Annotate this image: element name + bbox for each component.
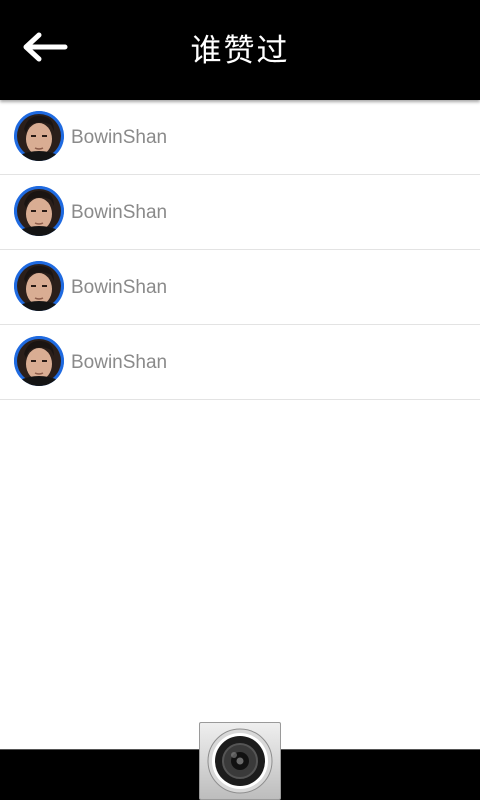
camera-button[interactable] bbox=[199, 722, 281, 800]
list-item[interactable]: BowinShan bbox=[0, 175, 480, 250]
user-avatar[interactable] bbox=[14, 261, 64, 311]
username: BowinShan bbox=[71, 277, 168, 298]
camera-lens-icon bbox=[207, 728, 273, 794]
liked-by-screen: 谁赞过 BowinShan BowinShan BowinShan BowinS… bbox=[0, 0, 480, 800]
list-item[interactable]: BowinShan bbox=[0, 100, 480, 175]
list-item[interactable]: BowinShan bbox=[0, 325, 480, 400]
user-avatar[interactable] bbox=[14, 186, 64, 236]
username: BowinShan bbox=[71, 352, 168, 373]
top-bar: 谁赞过 bbox=[0, 0, 480, 100]
liked-user-list: BowinShan BowinShan BowinShan BowinShan bbox=[0, 100, 480, 400]
user-avatar[interactable] bbox=[14, 111, 64, 161]
username: BowinShan bbox=[71, 202, 168, 223]
page-title: 谁赞过 bbox=[190, 33, 290, 69]
list-item[interactable]: BowinShan bbox=[0, 250, 480, 325]
username: BowinShan bbox=[71, 127, 168, 148]
user-avatar[interactable] bbox=[14, 336, 64, 386]
